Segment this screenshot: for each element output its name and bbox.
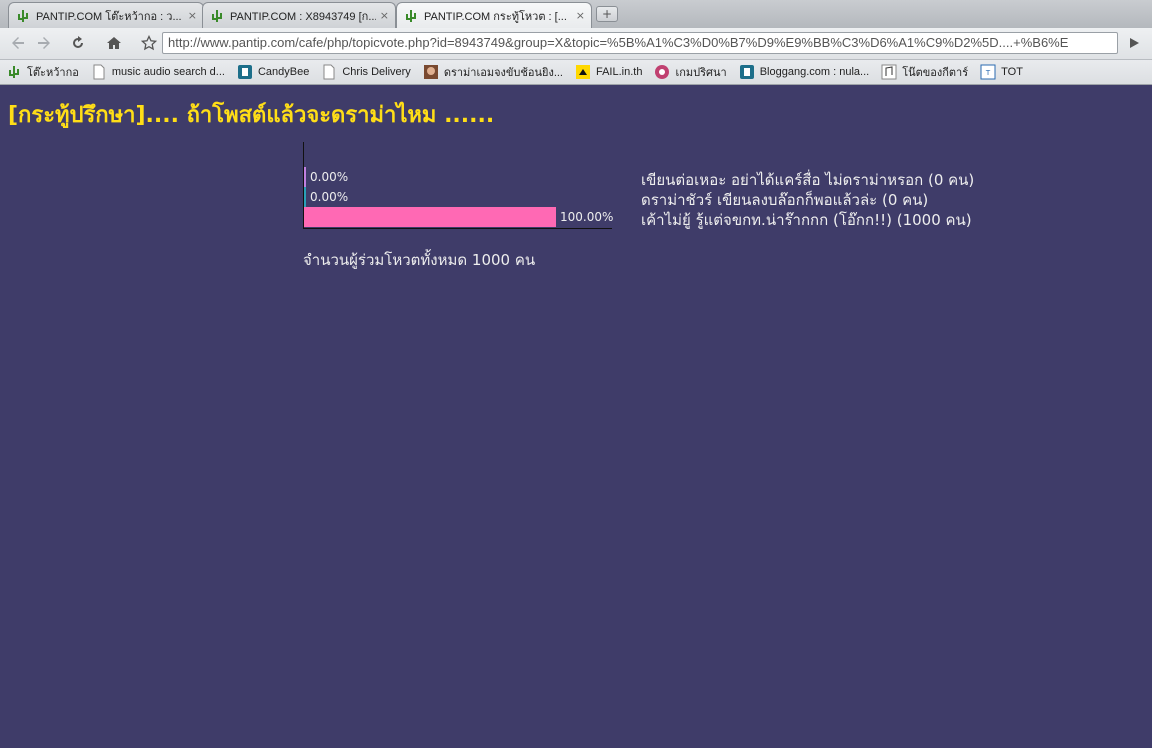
vote-bar-chart: 0.00% 0.00% 100.00%	[303, 142, 614, 230]
photo-icon	[423, 65, 438, 79]
cactus-icon	[212, 9, 222, 22]
cactus-icon	[18, 9, 28, 22]
fail-icon	[575, 65, 590, 79]
chart-legend: เขียนต่อเหอะ อย่าได้แคร์สื่อ ไม่ดราม่าหร…	[641, 170, 974, 230]
back-button[interactable]	[6, 32, 30, 54]
cactus-icon	[9, 66, 19, 78]
forward-button[interactable]	[32, 32, 56, 54]
tab-close-icon[interactable]: ×	[380, 9, 389, 22]
bloggang-icon	[237, 65, 252, 79]
bookmark-label: โน๊ตของกีตาร์	[902, 67, 969, 79]
bookmark-label: ดราม่าเอมจงขับช้อนยิง...	[443, 67, 563, 79]
chart-bar-value-label: 0.00%	[310, 170, 349, 184]
tab-label: PANTIP.COM : X8943749 [ก...	[230, 10, 376, 23]
page-icon	[93, 64, 105, 80]
url-text: http://www.pantip.com/cafe/php/topicvote…	[168, 35, 1069, 50]
bookmark-label: music audio search d...	[111, 66, 225, 78]
legend-item: เค้าไม่ยู้ รู้แต่จขกท.น่าร๊ากกก (โอ๊กก!!…	[641, 211, 972, 229]
page-icon	[323, 64, 335, 80]
home-button[interactable]	[102, 32, 126, 54]
bookmarks-bar: โต๊ะหว้ากอ music audio search d... CandyBe…	[0, 60, 1152, 85]
tab-strip: PANTIP.COM โต๊ะหว้ากอ : ว... × PANTIP.CO…	[0, 0, 1152, 28]
bookmark-item[interactable]: ดราม่าเอมจงขับช้อนยิง...	[423, 62, 563, 82]
arrow-left-icon	[12, 37, 24, 49]
svg-text:T: T	[985, 69, 991, 77]
bookmark-item[interactable]: เกมปริศนา	[654, 62, 727, 82]
new-tab-button[interactable]: +	[596, 6, 618, 22]
play-icon	[1130, 38, 1139, 48]
bookmark-item[interactable]: T TOT	[980, 62, 1023, 82]
browser-tab[interactable]: PANTIP.COM : X8943749 [ก... ×	[202, 2, 396, 28]
bookmark-label: TOT	[1001, 66, 1023, 78]
bookmark-item[interactable]: FAIL.in.th	[575, 62, 642, 82]
chart-bar	[304, 207, 556, 227]
vote-page: [กระทู้ปรึกษา].... ถ้าโพสต์แล้วจะดราม่าไ…	[0, 86, 1152, 748]
go-button[interactable]	[1122, 32, 1146, 54]
tab-label: PANTIP.COM โต๊ะหว้ากอ : ว...	[36, 10, 182, 23]
bookmark-label: โต๊ะหว้ากอ	[27, 67, 79, 79]
bookmark-star-button[interactable]	[137, 32, 161, 54]
bookmark-item[interactable]: Chris Delivery	[321, 62, 411, 82]
star-icon	[141, 35, 157, 51]
legend-item: เขียนต่อเหอะ อย่าได้แคร์สื่อ ไม่ดราม่าหร…	[641, 171, 975, 189]
browser-tab-active[interactable]: PANTIP.COM กระทู้โหวต : [... ×	[396, 2, 592, 28]
legend-item: ดราม่าชัวร์ เขียนลงบล๊อกก็พอแล้วล่ะ (0 ค…	[641, 191, 929, 209]
reload-icon	[73, 36, 83, 48]
total-voters: จำนวนผู้ร่วมโหวตทั้งหมด 1000 คน	[303, 251, 536, 269]
arrow-right-icon	[38, 37, 50, 49]
tab-close-icon[interactable]: ×	[576, 9, 585, 22]
chart-bar	[304, 167, 306, 187]
bookmark-label: CandyBee	[257, 66, 310, 78]
address-bar[interactable]: http://www.pantip.com/cafe/php/topicvote…	[162, 32, 1118, 54]
chart-bar-value-label: 0.00%	[310, 190, 349, 204]
game-icon	[655, 65, 670, 79]
tab-close-icon[interactable]: ×	[188, 9, 197, 22]
bookmark-label: Bloggang.com : nula...	[759, 66, 870, 78]
chart-x-axis	[303, 228, 612, 229]
bookmark-item[interactable]: โต๊ะหว้ากอ	[6, 62, 79, 82]
tab-label: PANTIP.COM กระทู้โหวต : [...	[424, 10, 567, 23]
bookmark-label: เกมปริศนา	[675, 67, 727, 79]
home-icon	[107, 37, 121, 49]
cactus-icon	[406, 9, 416, 22]
chart-bar	[304, 187, 306, 207]
tot-icon: T	[980, 64, 996, 80]
note-icon	[881, 64, 897, 80]
chart-bar-value-label: 100.00%	[560, 210, 614, 224]
bookmark-item[interactable]: โน๊ตของกีตาร์	[881, 62, 968, 82]
bookmark-label: FAIL.in.th	[595, 66, 643, 78]
reload-button[interactable]	[66, 32, 90, 54]
bookmark-label: Chris Delivery	[342, 66, 411, 78]
bookmark-item[interactable]: Bloggang.com : nula...	[739, 62, 869, 82]
bloggang-icon	[739, 65, 754, 79]
page-title: [กระทู้ปรึกษา].... ถ้าโพสต์แล้วจะดราม่าไ…	[8, 103, 495, 128]
browser-toolbar: http://www.pantip.com/cafe/php/topicvote…	[0, 28, 1152, 60]
browser-tab[interactable]: PANTIP.COM โต๊ะหว้ากอ : ว... ×	[8, 2, 204, 28]
bookmark-item[interactable]: music audio search d...	[91, 62, 225, 82]
bookmark-item[interactable]: CandyBee	[237, 62, 309, 82]
